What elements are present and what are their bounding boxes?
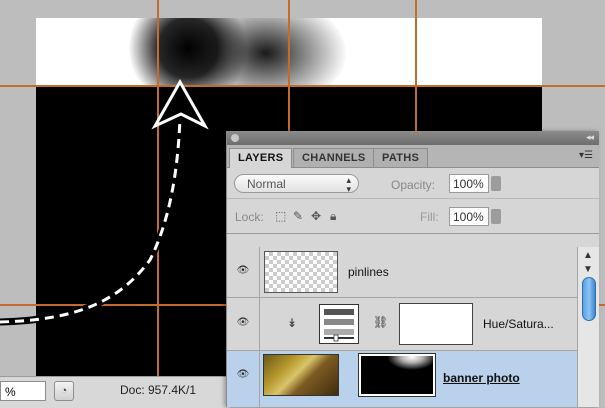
status-menu-icon[interactable]: ◔ xyxy=(54,381,74,401)
scroll-down-icon[interactable]: ▼ xyxy=(583,264,593,275)
layer-name[interactable]: pinlines xyxy=(348,265,389,279)
layer-mask-thumbnail[interactable] xyxy=(399,303,473,345)
lock-fill-row: Lock: ⬚ ✎ ✥ 🔒︎ Fill: 100% xyxy=(227,199,599,234)
panel-tabs: LAYERS CHANNELS PATHS ▾☰ xyxy=(227,145,599,168)
eye-icon[interactable]: 👁︎ xyxy=(235,369,251,380)
move-icon[interactable]: ✥ xyxy=(311,209,321,223)
zoom-field[interactable]: % xyxy=(0,381,46,401)
stepper-icon: ▴ ▾ xyxy=(346,175,351,194)
layer-row-selected[interactable]: 👁︎ banner photo xyxy=(227,351,577,407)
panel-close-icon[interactable] xyxy=(231,134,239,142)
opacity-dropdown-icon[interactable] xyxy=(491,176,501,191)
visibility-column[interactable]: 👁︎ xyxy=(227,298,260,350)
lock-label: Lock: xyxy=(235,210,264,224)
opacity-label: Opacity: xyxy=(391,178,436,192)
scroll-up-icon[interactable]: ▲ xyxy=(583,250,593,261)
tab-channels[interactable]: CHANNELS xyxy=(293,148,375,167)
doc-info: Doc: 957.4K/1 xyxy=(120,383,197,397)
layers-panel: ◂◂ LAYERS CHANNELS PATHS ▾☰ Normal ▴ ▾ Op… xyxy=(226,131,599,407)
eye-icon[interactable]: 👁︎ xyxy=(235,265,251,276)
visibility-column[interactable]: 👁︎ xyxy=(227,351,260,407)
photo-thumbnail xyxy=(263,354,339,396)
fill-input[interactable]: 100% xyxy=(449,207,489,226)
lock-icon[interactable]: 🔒︎ xyxy=(330,209,336,224)
eye-icon[interactable]: 👁︎ xyxy=(235,317,251,328)
layers-list: 👁︎ pinlines 👁︎ ↡ ⛓︎ Hue/Satura... 👁︎ ban… xyxy=(227,247,577,407)
blend-opacity-row: Normal ▴ ▾ Opacity: 100% xyxy=(227,168,599,199)
layer-name[interactable]: Hue/Satura... xyxy=(483,317,554,331)
panel-collapse-icon[interactable]: ◂◂ xyxy=(586,132,594,143)
blend-mode-select[interactable]: Normal ▴ ▾ xyxy=(234,174,359,194)
layer-thumbnail xyxy=(264,251,338,293)
tab-paths[interactable]: PATHS xyxy=(373,148,429,167)
panel-titlebar[interactable]: ◂◂ xyxy=(227,131,599,145)
hue-saturation-adjustment-icon[interactable] xyxy=(319,304,359,344)
blend-mode-value: Normal xyxy=(247,177,286,191)
tab-layers[interactable]: LAYERS xyxy=(229,148,293,168)
fill-dropdown-icon[interactable] xyxy=(491,209,501,224)
opacity-input[interactable]: 100% xyxy=(449,174,489,193)
layer-name[interactable]: banner photo xyxy=(443,371,520,385)
layer-row[interactable]: 👁︎ pinlines xyxy=(227,247,577,298)
layer-mask-thumbnail[interactable] xyxy=(358,353,436,397)
fill-label: Fill: xyxy=(420,210,439,224)
clip-arrow-icon: ↡ xyxy=(287,316,298,330)
panel-menu-icon[interactable]: ▾☰ xyxy=(579,150,593,161)
brush-icon[interactable]: ✎ xyxy=(293,209,303,223)
scroll-thumb[interactable] xyxy=(582,277,596,321)
chain-link-icon[interactable]: ⛓︎ xyxy=(373,315,388,329)
status-bar: % ◔ Doc: 957.4K/1 xyxy=(0,376,230,408)
lock-transparency-icon[interactable]: ⬚ xyxy=(275,209,286,223)
layers-scrollbar[interactable]: ▲ ▼ xyxy=(577,247,599,407)
mask-highlight xyxy=(387,356,433,370)
layer-row[interactable]: 👁︎ ↡ ⛓︎ Hue/Satura... xyxy=(227,298,577,351)
visibility-column[interactable]: 👁︎ xyxy=(227,247,260,297)
